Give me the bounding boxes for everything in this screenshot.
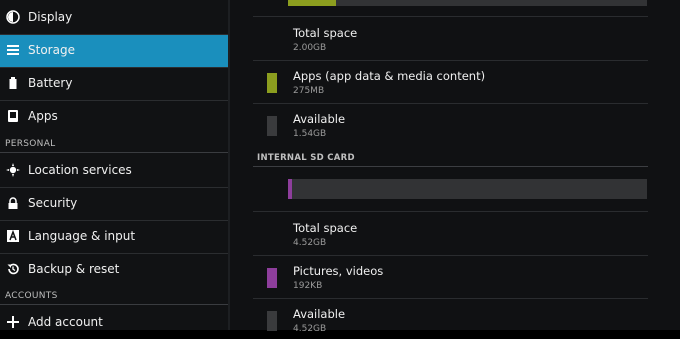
divider: [253, 103, 648, 104]
section-rule: [0, 304, 228, 305]
available-title: Available: [293, 307, 346, 321]
sidebar-item-location-services[interactable]: Location services: [0, 155, 228, 187]
sidebar-item-label: Backup & reset: [28, 262, 120, 276]
available-color-swatch: [267, 311, 277, 331]
apps-value: 275MB: [293, 86, 325, 96]
pictures-value: 192KB: [293, 281, 323, 291]
sd-storage-bar: [288, 179, 647, 199]
apps-color-swatch: [267, 73, 277, 93]
plus-icon: [6, 315, 20, 329]
device-apps-row[interactable]: Apps (app data & media content) 275MB: [253, 69, 647, 99]
sidebar-item-label: Apps: [28, 109, 58, 123]
sidebar-item-label: Battery: [28, 76, 73, 90]
sidebar-item-language-input[interactable]: Language & input: [0, 221, 228, 253]
sidebar-item-apps[interactable]: Apps: [0, 101, 228, 133]
available-color-swatch: [267, 116, 277, 136]
available-title: Available: [293, 112, 346, 126]
apps-title: Apps (app data & media content): [293, 69, 486, 83]
total-space-title: Total space: [293, 221, 358, 235]
section-rule: [253, 166, 648, 167]
settings-headers-list: Display Storage Battery Apps PERSONAL Lo…: [0, 0, 228, 330]
apps-icon: [6, 109, 20, 123]
sd-pictures-row[interactable]: Pictures, videos 192KB: [253, 264, 647, 294]
sd-total-space-row[interactable]: Total space 4.52GB: [253, 221, 647, 251]
section-header-personal: PERSONAL: [5, 139, 56, 149]
sidebar-item-add-account[interactable]: Add account: [0, 307, 228, 339]
sidebar-item-label: Language & input: [28, 229, 136, 243]
sidebar-item-storage[interactable]: Storage: [0, 35, 228, 67]
pictures-color-swatch: [267, 268, 277, 288]
device-storage-bar: [288, 0, 647, 6]
sidebar-item-label: Display: [28, 10, 73, 24]
total-space-value: 2.00GB: [293, 43, 327, 53]
sidebar-item-backup-reset[interactable]: Backup & reset: [0, 254, 228, 286]
battery-icon: [6, 76, 20, 90]
brightness-icon: [6, 10, 20, 24]
divider: [253, 255, 648, 256]
storage-icon: [6, 43, 20, 57]
divider: [253, 60, 648, 61]
pictures-usage-fill: [288, 179, 293, 199]
sidebar-item-label: Location services: [28, 163, 132, 177]
divider: [253, 298, 648, 299]
storage-details: Total space 2.00GB Apps (app data & medi…: [230, 0, 680, 334]
divider: [253, 211, 648, 212]
device-total-space-row[interactable]: Total space 2.00GB: [253, 26, 647, 56]
sidebar-item-label: Storage: [28, 43, 75, 57]
apps-usage-fill: [288, 0, 337, 6]
sd-card-header: INTERNAL SD CARD: [257, 153, 355, 163]
lock-icon: [6, 196, 20, 210]
sidebar-item-label: Security: [28, 196, 78, 210]
section-rule: [0, 152, 228, 153]
device-available-row[interactable]: Available 1.54GB: [253, 112, 647, 142]
total-space-value: 4.52GB: [293, 238, 327, 248]
restore-icon: [6, 262, 20, 276]
section-header-accounts: ACCOUNTS: [5, 291, 58, 301]
available-value: 1.54GB: [293, 129, 327, 139]
divider: [253, 16, 648, 17]
sidebar-item-display[interactable]: Display: [0, 2, 228, 34]
sidebar-item-label: Add account: [28, 315, 103, 329]
location-icon: [6, 163, 20, 177]
pictures-title: Pictures, videos: [293, 264, 384, 278]
sidebar-item-battery[interactable]: Battery: [0, 68, 228, 100]
total-space-title: Total space: [293, 26, 358, 40]
sd-available-row[interactable]: Available 4.52GB: [253, 307, 647, 337]
keyboard-icon: [6, 229, 20, 243]
sidebar-item-security[interactable]: Security: [0, 188, 228, 220]
